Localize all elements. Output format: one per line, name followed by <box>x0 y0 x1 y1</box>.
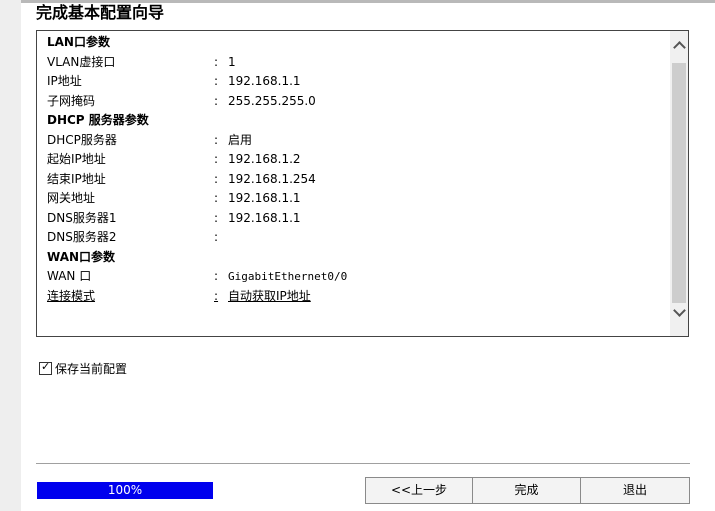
vertical-scrollbar[interactable] <box>670 31 688 336</box>
row-key: 结束IP地址 <box>47 171 106 186</box>
footer-divider <box>36 463 690 464</box>
row-colon: : <box>214 191 219 205</box>
scroll-down-arrow-icon[interactable] <box>670 301 688 321</box>
finish-button[interactable]: 完成 <box>473 477 581 504</box>
section-heading-label: LAN口参数 <box>47 35 110 49</box>
row-colon: : <box>214 288 219 303</box>
progress-bar: 100% <box>37 482 213 499</box>
config-summary-list: LAN口参数 VLAN虚接口 : 1 IP地址 : 192.168.1.1 子网… <box>45 33 665 306</box>
previous-step-button[interactable]: <<上一步 <box>365 477 473 504</box>
row-value: 1 <box>228 54 236 69</box>
row-value: 192.168.1.1 <box>228 74 301 88</box>
row-value: 192.168.1.2 <box>228 152 301 166</box>
row-colon: : <box>214 93 219 108</box>
row-key: VLAN虚接口 <box>47 54 116 69</box>
row-value: 启用 <box>228 132 253 147</box>
section-heading-label: WAN口参数 <box>47 249 116 264</box>
row-key: DNS服务器2 <box>47 230 117 244</box>
progress-label: 100% <box>107 483 143 497</box>
summary-row-dns2: DNS服务器2 : <box>45 228 665 248</box>
row-key: 子网掩码 <box>47 93 96 108</box>
row-key: 连接模式 <box>47 288 96 303</box>
page-title: 完成基本配置向导 <box>36 3 165 22</box>
summary-row-vlan: VLAN虚接口 : 1 <box>45 53 665 73</box>
row-value: 192.168.1.1 <box>228 210 301 225</box>
left-panel-strip <box>0 0 21 511</box>
row-value: GigabitEthernet0/0 <box>228 270 348 283</box>
section-heading-wan: WAN口参数 <box>45 248 665 268</box>
row-key: 网关地址 <box>47 191 96 205</box>
save-config-option[interactable]: ✓ 保存当前配置 <box>39 360 128 376</box>
summary-row-subnet-mask: 子网掩码 : 255.255.255.0 <box>45 92 665 112</box>
summary-row-end-ip: 结束IP地址 : 192.168.1.254 <box>45 170 665 190</box>
summary-row-lan-ip: IP地址 : 192.168.1.1 <box>45 72 665 92</box>
summary-row-dns1: DNS服务器1 : 192.168.1.1 <box>45 209 665 229</box>
row-colon: : <box>214 230 219 244</box>
row-key: IP地址 <box>47 74 82 88</box>
row-value: 192.168.1.254 <box>228 171 316 186</box>
row-key: 起始IP地址 <box>47 152 106 166</box>
row-colon: : <box>214 171 219 186</box>
section-heading-dhcp: DHCP 服务器参数 <box>45 111 665 131</box>
row-key: WAN 口 <box>47 269 92 283</box>
checkmark-icon: ✓ <box>41 360 51 373</box>
scroll-up-arrow-icon[interactable] <box>670 37 688 57</box>
row-value: 255.255.255.0 <box>228 93 316 108</box>
summary-row-gateway: 网关地址 : 192.168.1.1 <box>45 189 665 209</box>
row-value: 自动获取IP地址 <box>228 288 311 303</box>
row-colon: : <box>214 152 219 166</box>
save-config-label: 保存当前配置 <box>55 362 128 376</box>
row-value: 192.168.1.1 <box>228 191 301 205</box>
summary-row-start-ip: 起始IP地址 : 192.168.1.2 <box>45 150 665 170</box>
section-heading-label: DHCP 服务器参数 <box>47 113 149 127</box>
summary-row-dhcp-server: DHCP服务器 : 启用 <box>45 131 665 151</box>
config-summary-panel[interactable]: LAN口参数 VLAN虚接口 : 1 IP地址 : 192.168.1.1 子网… <box>36 30 689 337</box>
summary-row-wan-port: WAN 口 : GigabitEthernet0/0 <box>45 267 665 287</box>
row-key: DNS服务器1 <box>47 210 117 225</box>
row-colon: : <box>214 74 219 88</box>
section-heading-lan: LAN口参数 <box>45 33 665 53</box>
exit-button[interactable]: 退出 <box>581 477 690 504</box>
row-key: DHCP服务器 <box>47 132 117 147</box>
row-colon: : <box>214 132 219 147</box>
row-colon: : <box>214 54 219 69</box>
scrollbar-thumb[interactable] <box>672 63 686 303</box>
save-config-checkbox[interactable]: ✓ <box>39 360 52 375</box>
summary-row-connection-mode: 连接模式 : 自动获取IP地址 <box>45 287 665 307</box>
row-colon: : <box>214 269 219 283</box>
row-colon: : <box>214 210 219 225</box>
